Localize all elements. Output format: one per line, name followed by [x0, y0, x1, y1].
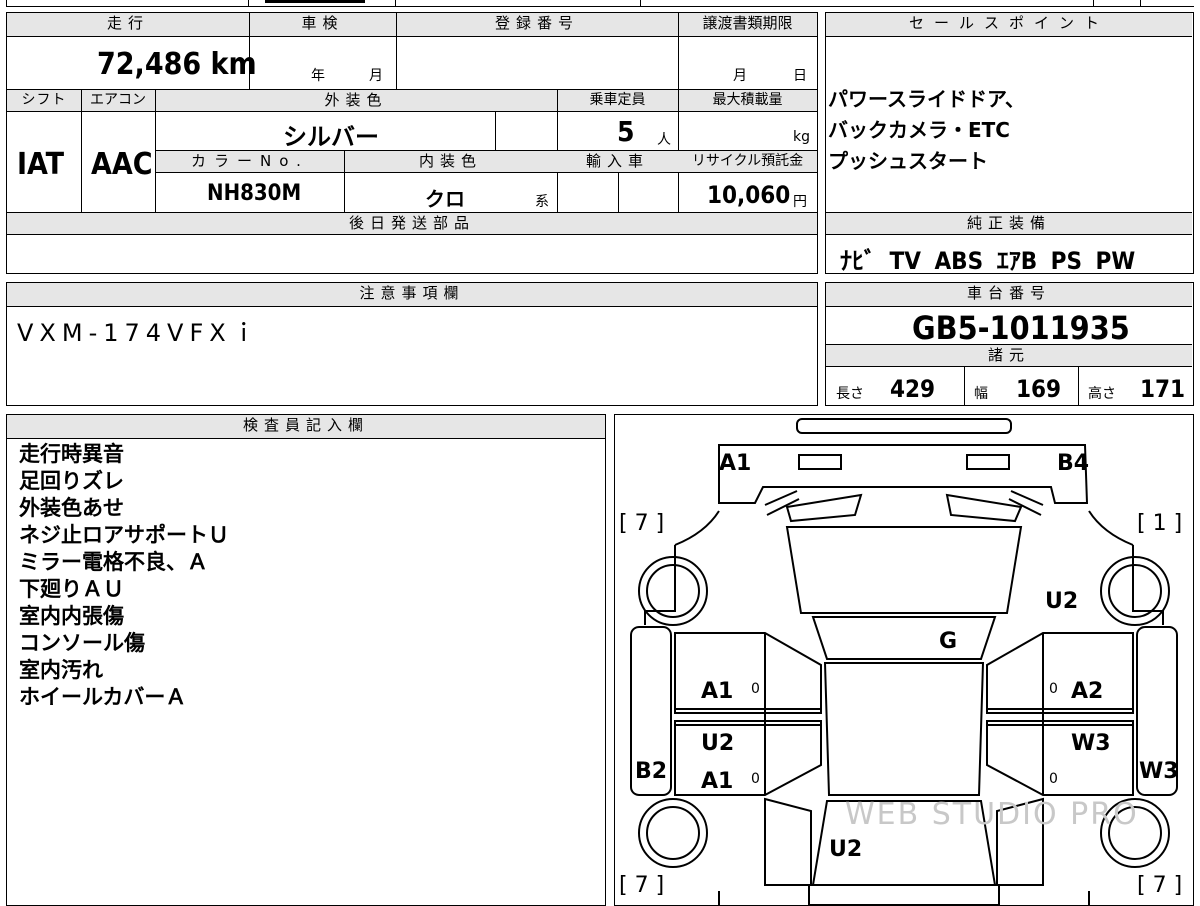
capacity-value: 5	[617, 115, 635, 148]
notes-block: 注意事項欄 VXM-174VFXｉ	[6, 282, 818, 406]
chassis-value: GB5-1011935	[912, 309, 1130, 347]
interior-suffix: 系	[535, 194, 549, 210]
mark-side-left: B2	[635, 759, 668, 784]
inspection-year: 年	[311, 68, 325, 84]
recycle-value: 10,060	[707, 181, 791, 209]
mileage-header: 走行	[7, 13, 249, 37]
car-damage-diagram: A1 B4 [ 7 ] [ 1 ] U2 G A1 0 A2 0 U2 W3 B…	[614, 414, 1194, 906]
registration-header: 登録番号	[396, 13, 678, 37]
notes-value: VXM-174VFXｉ	[17, 319, 262, 347]
ac-header: エアコン	[81, 90, 155, 112]
recycle-unit: 円	[793, 194, 807, 210]
max-load-unit: kg	[793, 129, 810, 145]
vehicle-info-block: 走行 車検 登録番号 譲渡書類期限 72,486 km 年 月 月 日 シフト …	[6, 12, 818, 274]
mark-fender-right: U2	[1045, 589, 1079, 614]
inspector-block: 検査員記入欄 走行時異音 足回りズレ 外装色あせ ネジ止ロアサポートＵ ミラー電…	[6, 414, 606, 906]
shift-value: IAT	[17, 147, 65, 182]
top-strip	[0, 0, 1200, 8]
transfer-header: 譲渡書類期限	[678, 13, 817, 37]
shift-header: シフト	[7, 90, 81, 112]
inspector-note: コンソール傷	[19, 631, 145, 655]
mark-door-front-left: A1	[701, 679, 734, 704]
mark-zero: 0	[751, 771, 760, 787]
exterior-color-value: シルバー	[283, 123, 379, 151]
mark-bracket-tl: [ 7 ]	[619, 511, 665, 536]
ac-value: AAC	[91, 147, 153, 182]
watermark: WEB STUDIO PRO	[845, 797, 1139, 832]
inspector-note: ホイールカバーＡ	[19, 685, 187, 709]
notes-header: 注意事項欄	[7, 283, 817, 307]
mark-front-left: A1	[719, 451, 752, 476]
transfer-month: 月	[733, 68, 747, 84]
equipment-value: ﾅﾋﾞ TV ABS ｴｱB PS PW	[840, 247, 1136, 275]
color-no-value: NH830M	[207, 181, 302, 206]
mark-zero: 0	[1049, 771, 1058, 787]
sales-point-line-3: プッシュスタート	[828, 149, 988, 173]
length-label: 長さ	[836, 386, 864, 402]
inspector-note: 足回りズレ	[19, 469, 124, 493]
mark-door-front-right: A2	[1071, 679, 1104, 704]
inspector-note: ネジ止ロアサポートＵ	[19, 523, 229, 547]
mark-bracket-br: [ 7 ]	[1137, 873, 1183, 898]
max-load-header: 最大積載量	[678, 90, 817, 112]
height-label: 高さ	[1088, 386, 1116, 402]
mark-front-right: B4	[1057, 451, 1090, 476]
interior-color-header: 内装色	[344, 151, 557, 173]
inspector-header: 検査員記入欄	[7, 415, 605, 439]
later-parts-header: 後日発送部品	[7, 213, 817, 235]
chassis-header: 車台番号	[826, 283, 1192, 307]
mark-bracket-tr: [ 1 ]	[1137, 511, 1183, 536]
transfer-day: 日	[793, 68, 807, 84]
inspection-month: 月	[369, 68, 383, 84]
inspector-note: 室内汚れ	[19, 658, 103, 682]
width-label: 幅	[974, 386, 988, 402]
mark-rear: U2	[829, 837, 863, 862]
sales-point-line-2: バックカメラ・ETC	[828, 118, 1010, 142]
equipment-header: 純正装備	[826, 213, 1192, 235]
inspector-note: 走行時異音	[19, 442, 124, 466]
mark-roof: G	[939, 629, 958, 654]
mark-side-right: W3	[1139, 759, 1179, 784]
mark-door-rear-left-b: A1	[701, 769, 734, 794]
sales-point-header: セールスポイント	[826, 13, 1192, 37]
inspector-note: 室内内張傷	[19, 604, 124, 628]
inspection-header: 車検	[249, 13, 396, 37]
mark-door-rear-left-a: U2	[701, 731, 735, 756]
inspector-note: 外装色あせ	[19, 496, 124, 520]
exterior-color-header: 外装色	[155, 90, 557, 112]
sales-point-line-1: パワースライドドア、	[828, 87, 1025, 111]
inspector-note: ミラー電格不良、Ａ	[19, 550, 208, 574]
specs-header: 諸元	[826, 345, 1192, 367]
inspector-note: 下廻りＡＵ	[19, 577, 124, 601]
capacity-header: 乗車定員	[557, 90, 678, 112]
length-value: 429	[890, 375, 936, 403]
mark-zero: 0	[751, 681, 760, 697]
mark-bracket-bl: [ 7 ]	[619, 873, 665, 898]
capacity-unit: 人	[657, 132, 671, 148]
mileage-value: 72,486 km	[97, 47, 257, 82]
height-value: 171	[1140, 375, 1186, 403]
mark-door-rear-right: W3	[1071, 731, 1111, 756]
interior-color-value: クロ	[425, 187, 465, 211]
mark-zero: 0	[1049, 681, 1058, 697]
import-header: 輸入車	[557, 151, 678, 173]
sales-point-block: セールスポイント パワースライドドア、 バックカメラ・ETC プッシュスタート …	[825, 12, 1194, 275]
recycle-header: リサイクル預託金	[678, 151, 817, 173]
width-value: 169	[1016, 375, 1062, 403]
color-no-header: カラーNo.	[156, 151, 344, 173]
chassis-block: 車台番号 GB5-1011935 諸元 長さ 429 幅 169 高さ 171	[825, 282, 1194, 406]
